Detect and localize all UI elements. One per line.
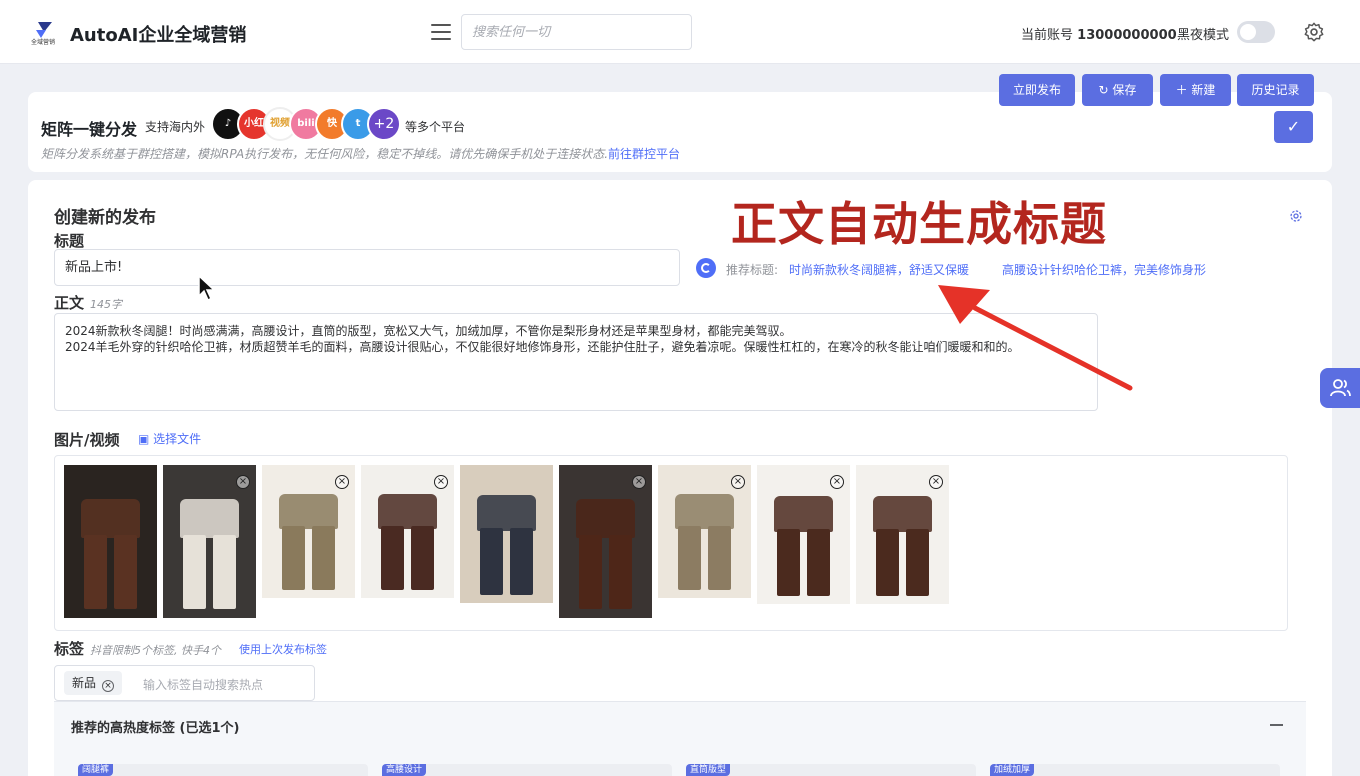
remove-media-icon[interactable]: × bbox=[929, 475, 943, 489]
create-heading: 创建新的发布 bbox=[54, 208, 156, 228]
tags-limit-note: 抖音限制5个标签, 快手4个 bbox=[90, 644, 222, 657]
matrix-subtitle-prefix: 支持海内外 bbox=[145, 120, 206, 134]
title-label: 标题 bbox=[54, 232, 85, 250]
hot-tags-title: 推荐的高热度标签 (已选1个) bbox=[71, 721, 240, 736]
recommended-title-1[interactable]: 时尚新款秋冬阔腿裤，舒适又保暖 bbox=[789, 261, 969, 278]
body-label-text: 正文 bbox=[54, 294, 85, 312]
account-label: 当前账号 bbox=[1021, 28, 1074, 43]
thumb-brown-flare-pants[interactable]: × bbox=[559, 465, 652, 618]
hot-tag-label: 阔腿裤 bbox=[78, 764, 114, 776]
app-title: AutoAI企业全域营销 bbox=[70, 25, 247, 46]
media-label: 图片/视频 bbox=[54, 431, 120, 449]
new-label: 新建 bbox=[1191, 83, 1216, 97]
hot-tag-card[interactable]: 直筒版型 bbox=[686, 764, 976, 776]
mouse-cursor-icon bbox=[198, 274, 216, 302]
tag-chip: 新品 × bbox=[64, 671, 123, 695]
hot-tag-card[interactable]: 高腰设计 bbox=[382, 764, 672, 776]
group-control-link[interactable]: 前往群控平台 bbox=[608, 147, 680, 161]
svg-text:全域营销: 全域营销 bbox=[31, 38, 55, 46]
search-input[interactable] bbox=[461, 14, 692, 50]
hot-tag-label: 高腰设计 bbox=[382, 764, 427, 776]
hot-tag-card[interactable]: 阔腿裤 bbox=[78, 764, 368, 776]
thumb-khaki-joggers[interactable]: × bbox=[658, 465, 751, 598]
matrix-description-text: 矩阵分发系统基于群控搭建，模拟RPA执行发布，无任何风险，稳定不掉线。请优先确保… bbox=[41, 147, 609, 161]
tag-placeholder: 输入标签自动搜索热点 bbox=[143, 678, 264, 692]
remove-media-icon[interactable]: × bbox=[632, 475, 646, 489]
use-last-tags-link[interactable]: 使用上次发布标签 bbox=[239, 641, 327, 657]
thumb-cardigan-set[interactable]: × bbox=[262, 465, 355, 598]
users-icon bbox=[1330, 379, 1351, 397]
title-input[interactable]: 新品上市! bbox=[54, 249, 680, 286]
refresh-icon: ↻ bbox=[1098, 83, 1113, 97]
account-number: 13000000000 bbox=[1077, 28, 1177, 43]
remove-media-icon[interactable]: × bbox=[830, 475, 844, 489]
tag-chip-label: 新品 bbox=[72, 676, 97, 690]
remove-media-icon[interactable]: × bbox=[335, 475, 349, 489]
hot-tag-label: 加绒加厚 bbox=[990, 764, 1035, 776]
collapse-icon[interactable] bbox=[1270, 724, 1283, 726]
more-platforms-icon: +2 bbox=[367, 107, 401, 141]
menu-icon[interactable] bbox=[431, 24, 451, 40]
remove-media-icon[interactable]: × bbox=[236, 475, 250, 489]
choose-file-label: 选择文件 bbox=[153, 432, 202, 446]
confirm-check-button[interactable]: ✓ bbox=[1274, 111, 1313, 143]
thumb-brown-wide-pants[interactable] bbox=[64, 465, 157, 618]
settings-gear-icon[interactable] bbox=[1303, 21, 1325, 43]
matrix-description: 矩阵分发系统基于群控搭建，模拟RPA执行发布，无任何风险，稳定不掉线。请优先确保… bbox=[41, 145, 680, 162]
account-info: 当前账号 13000000000 bbox=[1021, 24, 1177, 43]
remove-media-icon[interactable]: × bbox=[434, 475, 448, 489]
matrix-title: 矩阵一键分发 bbox=[41, 120, 138, 139]
save-button[interactable]: ↻ 保存 bbox=[1082, 74, 1153, 106]
thumb-dark-pants-coat[interactable] bbox=[460, 465, 553, 603]
hot-tag-card[interactable]: 加绒加厚 bbox=[990, 764, 1280, 776]
form-settings-icon[interactable] bbox=[1289, 209, 1303, 223]
recommend-label: 推荐标题: bbox=[726, 263, 779, 277]
body-char-count: 145字 bbox=[90, 298, 123, 311]
matrix-subtitle-suffix: 等多个平台 bbox=[405, 120, 466, 134]
thumb-brown-jacket-set[interactable]: × bbox=[361, 465, 454, 598]
thumb-cream-set-b[interactable]: × bbox=[856, 465, 949, 604]
annotation-overlay-text: 正文自动生成标题 bbox=[731, 197, 1107, 251]
choose-file-button[interactable]: ▣ 选择文件 bbox=[138, 430, 201, 447]
new-button[interactable]: ＋ 新建 bbox=[1160, 74, 1231, 106]
dark-mode-toggle[interactable] bbox=[1237, 21, 1275, 43]
thumb-cream-set-a[interactable]: × bbox=[757, 465, 850, 604]
thumb-cream-wide-pants[interactable]: × bbox=[163, 465, 256, 618]
remove-tag-icon[interactable]: × bbox=[102, 680, 115, 692]
tags-label-text: 标签 bbox=[54, 640, 85, 658]
body-label: 正文 145字 bbox=[54, 292, 122, 313]
contacts-float-button[interactable] bbox=[1320, 368, 1360, 408]
plus-icon: ＋ bbox=[1175, 83, 1192, 97]
annotation-arrow bbox=[938, 285, 1133, 391]
image-icon: ▣ bbox=[138, 432, 154, 446]
remove-media-icon[interactable]: × bbox=[731, 475, 745, 489]
dark-mode-label: 黑夜模式 bbox=[1177, 28, 1230, 43]
refresh-recommend-icon[interactable] bbox=[696, 258, 716, 278]
history-button[interactable]: 历史记录 bbox=[1237, 74, 1314, 106]
publish-now-button[interactable]: 立即发布 bbox=[999, 74, 1075, 106]
tags-label: 标签 抖音限制5个标签, 快手4个 bbox=[54, 638, 221, 659]
app-logo-icon: 全域营销 bbox=[31, 22, 55, 46]
save-label: 保存 bbox=[1112, 83, 1137, 97]
hot-tag-label: 直筒版型 bbox=[686, 764, 731, 776]
recommended-title-2[interactable]: 高腰设计针织哈伦卫裤，完美修饰身形 bbox=[1002, 261, 1206, 278]
